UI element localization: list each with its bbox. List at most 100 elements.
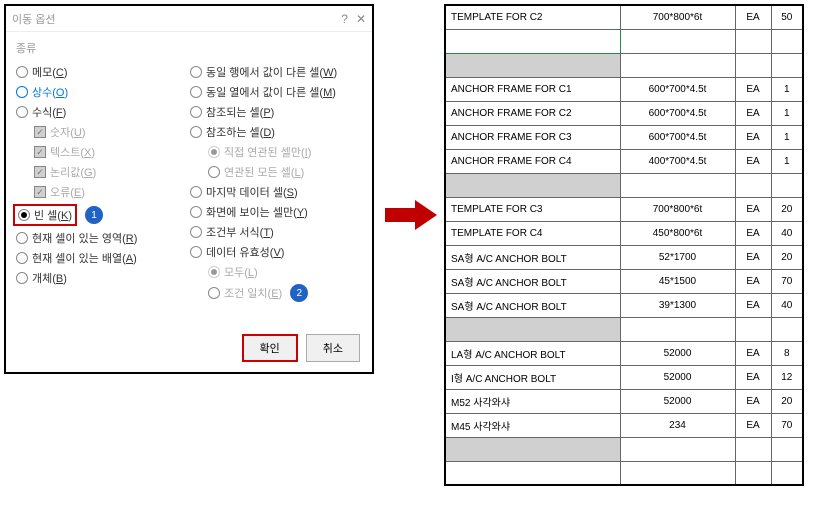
table-cell: 40: [771, 221, 803, 245]
table-row: TEMPLATE FOR C3700*800*6tEA20: [445, 197, 803, 221]
option-current-region[interactable]: 현재 셀이 있는 영역(R): [16, 228, 188, 248]
empty-cell: [771, 53, 803, 77]
table-row: ANCHOR FRAME FOR C2600*700*4.5tEA1: [445, 101, 803, 125]
ok-button[interactable]: 확인: [242, 334, 298, 362]
table-row: [445, 53, 803, 77]
option-col-diff[interactable]: 동일 열에서 값이 다른 셀(M): [190, 82, 362, 102]
option-objects[interactable]: 개체(B): [16, 268, 188, 288]
option-last-cell[interactable]: 마지막 데이터 셀(S): [190, 182, 362, 202]
radio-icon: [190, 206, 202, 218]
radio-icon: [16, 272, 28, 284]
table-cell: 52000: [620, 389, 735, 413]
goto-special-dialog: 이동 옵션 ? ✕ 종류 메모(C) 상수(O) 수식(F): [4, 4, 374, 374]
radio-icon: [18, 209, 30, 221]
step-badge-2: 2: [290, 284, 308, 302]
radio-icon: [16, 252, 28, 264]
radio-icon: [190, 226, 202, 238]
table-cell: LA형 A/C ANCHOR BOLT: [445, 341, 620, 365]
radio-icon: [208, 146, 220, 158]
empty-cell: [620, 29, 735, 53]
table-row: [445, 317, 803, 341]
table-cell: M52 사각와샤: [445, 389, 620, 413]
close-icon[interactable]: ✕: [356, 12, 366, 26]
empty-cell: [771, 29, 803, 53]
table-row: SA형 A/C ANCHOR BOLT52*1700EA20: [445, 245, 803, 269]
option-label: 동일 행에서 값이 다른 셀(W): [206, 64, 337, 80]
table-row: M52 사각와샤52000EA20: [445, 389, 803, 413]
checkbox-icon: [34, 146, 46, 158]
empty-cell: [771, 173, 803, 197]
option-label: 텍스트(X): [50, 144, 95, 160]
table-row: [445, 173, 803, 197]
shaded-cell: [445, 173, 620, 197]
option-label: 직접 연관된 셀만(I): [224, 144, 311, 160]
option-current-array[interactable]: 현재 셀이 있는 배열(A): [16, 248, 188, 268]
option-formula[interactable]: 수식(F): [16, 102, 188, 122]
table-row: SA형 A/C ANCHOR BOLT39*1300EA40: [445, 293, 803, 317]
option-dependents[interactable]: 참조하는 셀(D): [190, 122, 362, 142]
option-all-levels: 연관된 모든 셀(L): [190, 162, 362, 182]
option-label: 숫자(U): [50, 124, 86, 140]
option-row-diff[interactable]: 동일 행에서 값이 다른 셀(W): [190, 62, 362, 82]
radio-icon: [208, 287, 220, 299]
dialog-title: 이동 옵션: [12, 11, 56, 27]
option-label: 화면에 보이는 셀만(Y): [206, 204, 308, 220]
table-cell: 1: [771, 101, 803, 125]
option-visible-cells[interactable]: 화면에 보이는 셀만(Y): [190, 202, 362, 222]
table-cell: TEMPLATE FOR C2: [445, 5, 620, 29]
radio-icon: [16, 232, 28, 244]
option-blanks[interactable]: 빈 셀(K) 1: [16, 202, 188, 228]
option-memo[interactable]: 메모(C): [16, 62, 188, 82]
option-data-val[interactable]: 데이터 유효성(V): [190, 242, 362, 262]
table-cell: EA: [735, 101, 771, 125]
table-cell: EA: [735, 341, 771, 365]
table-row: [445, 29, 803, 53]
shaded-cell: [445, 437, 620, 461]
dialog-body: 종류 메모(C) 상수(O) 수식(F) 숫자(U): [6, 32, 372, 310]
table-cell: 70: [771, 413, 803, 437]
table-cell: ANCHOR FRAME FOR C2: [445, 101, 620, 125]
option-label: 개체(B): [32, 270, 67, 286]
table-cell: 52000: [620, 365, 735, 389]
option-cond-fmt[interactable]: 조건부 서식(T): [190, 222, 362, 242]
table-cell: 600*700*4.5t: [620, 125, 735, 149]
table-cell: SA형 A/C ANCHOR BOLT: [445, 245, 620, 269]
table-row: LA형 A/C ANCHOR BOLT52000EA8: [445, 341, 803, 365]
options-left-column: 메모(C) 상수(O) 수식(F) 숫자(U) 텍스트(X): [16, 62, 188, 304]
table-cell: EA: [735, 221, 771, 245]
table-cell: EA: [735, 413, 771, 437]
radio-icon: [208, 166, 220, 178]
empty-cell: [735, 29, 771, 53]
dialog-titlebar: 이동 옵션 ? ✕: [6, 6, 372, 32]
empty-cell: [445, 461, 620, 485]
empty-cell: [620, 317, 735, 341]
table-cell: ANCHOR FRAME FOR C1: [445, 77, 620, 101]
help-icon[interactable]: ?: [341, 12, 348, 26]
radio-icon: [190, 126, 202, 138]
option-label: 논리값(G): [50, 164, 96, 180]
table-cell: 400*700*4.5t: [620, 149, 735, 173]
table-cell: EA: [735, 269, 771, 293]
table-cell: 52*1700: [620, 245, 735, 269]
empty-cell: [771, 437, 803, 461]
option-label: 동일 열에서 값이 다른 셀(M): [206, 84, 336, 100]
selected-cell[interactable]: [445, 29, 620, 53]
table-cell: 600*700*4.5t: [620, 77, 735, 101]
result-table: TEMPLATE FOR C2700*800*6tEA50ANCHOR FRAM…: [444, 4, 804, 486]
dialog-buttons: 확인 취소: [242, 334, 361, 362]
table-cell: 50: [771, 5, 803, 29]
table-cell: 20: [771, 197, 803, 221]
option-precedents[interactable]: 참조되는 셀(P): [190, 102, 362, 122]
table-cell: 40: [771, 293, 803, 317]
highlight-box: 빈 셀(K): [13, 204, 77, 226]
radio-icon: [16, 86, 28, 98]
table-row: TEMPLATE FOR C4450*800*6tEA40: [445, 221, 803, 245]
table-cell: M45 사각와샤: [445, 413, 620, 437]
table-cell: 1: [771, 149, 803, 173]
arrow-icon: [385, 200, 437, 230]
option-constants[interactable]: 상수(O): [16, 82, 188, 102]
empty-cell: [771, 461, 803, 485]
table-row: [445, 461, 803, 485]
cancel-button[interactable]: 취소: [306, 334, 360, 362]
option-all: 모두(L): [190, 262, 362, 282]
